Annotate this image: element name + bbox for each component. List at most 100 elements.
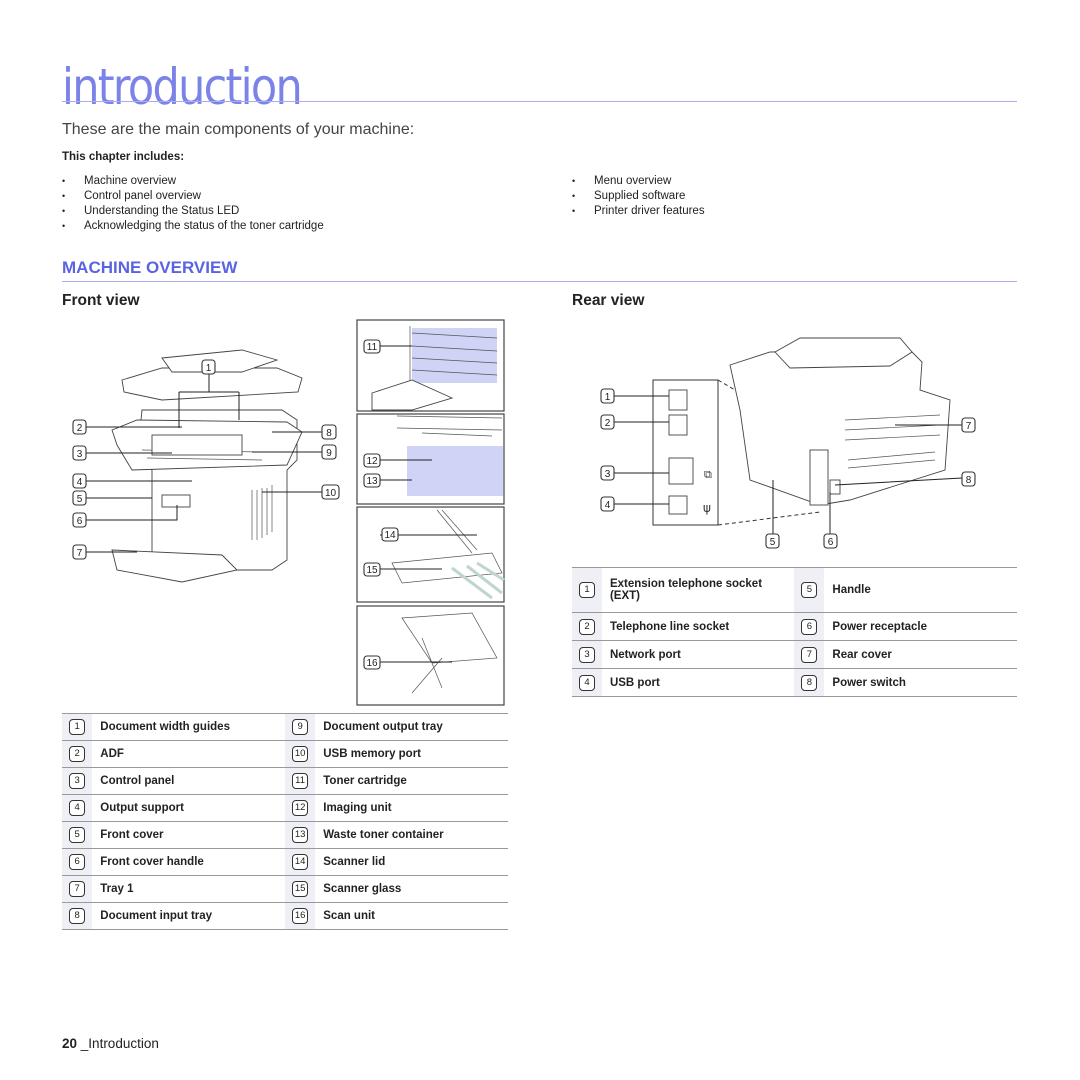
part-label: Scanner glass (315, 875, 508, 903)
rear-callout-4: 4 (600, 496, 615, 512)
chapter-list-left: Machine overview Control panel overview … (62, 174, 324, 234)
section-title: MACHINE OVERVIEW (62, 258, 238, 277)
part-number: 5 (801, 582, 818, 598)
front-view-detail-panels: 11 12 13 14 15 16 (356, 319, 505, 706)
front-callout-1: 1 (201, 359, 216, 375)
part-number: 1 (578, 582, 595, 598)
rear-callout-8: 8 (961, 471, 976, 487)
svg-text:1: 1 (206, 363, 212, 374)
rear-callout-2: 2 (600, 414, 615, 430)
part-label: Rear cover (824, 640, 1017, 669)
table-row: 3 Network port 7 Rear cover (572, 640, 1017, 669)
part-label: Scan unit (315, 902, 508, 930)
part-number: 15 (292, 881, 309, 897)
part-label: Front cover (92, 821, 285, 849)
chapter-link[interactable]: Menu overview (572, 174, 705, 189)
part-number: 4 (578, 674, 595, 691)
front-view-heading: Front view (62, 292, 140, 309)
front-callout-12: 12 (363, 453, 381, 468)
part-number: 8 (69, 908, 86, 924)
rear-callout-7: 7 (961, 417, 976, 433)
part-number: 7 (801, 646, 818, 663)
rear-callout-3: 3 (600, 465, 615, 481)
chapter-link[interactable]: Machine overview (62, 174, 324, 189)
svg-text:8: 8 (326, 428, 332, 439)
part-label: ADF (92, 740, 285, 768)
svg-text:11: 11 (367, 342, 378, 353)
page-footer: 20 _Introduction (62, 1036, 159, 1051)
svg-text:16: 16 (366, 658, 378, 669)
part-label: Telephone line socket (601, 612, 795, 641)
part-label: Toner cartridge (315, 767, 508, 795)
part-number: 13 (292, 827, 309, 843)
part-label: Imaging unit (315, 794, 508, 822)
table-row: 2 ADF 10 USB memory port (62, 740, 508, 768)
part-label: Extension telephone socket (EXT) (601, 567, 795, 613)
part-label: Power receptacle (824, 612, 1017, 641)
chapter-link[interactable]: Acknowledging the status of the toner ca… (62, 219, 324, 234)
rear-callout-5: 5 (765, 533, 780, 549)
chapter-link[interactable]: Control panel overview (62, 189, 324, 204)
front-view-illustration: 1 2 3 4 5 6 7 8 9 10 (72, 349, 340, 583)
table-row: 2 Telephone line socket 6 Power receptacle (572, 612, 1017, 641)
svg-text:7: 7 (966, 421, 972, 432)
rear-view-illustration: ⧉ ψ 1 2 3 4 5 6 7 8 (600, 337, 976, 549)
network-icon: ⧉ (704, 468, 712, 481)
table-row: 1 Extension telephone socket (EXT) 5 Handle (572, 567, 1017, 613)
table-row: 6 Front cover handle 14 Scanner lid (62, 848, 508, 876)
page-number: 20 (62, 1036, 78, 1051)
front-callout-13: 13 (363, 473, 381, 488)
front-callout-8: 8 (321, 424, 337, 440)
part-number: 11 (292, 773, 309, 789)
part-number: 16 (292, 908, 309, 924)
usb-icon: ψ (703, 501, 711, 515)
part-label: USB memory port (315, 740, 508, 768)
part-label: Front cover handle (92, 848, 285, 876)
table-row: 1 Document width guides 9 Document output t… (62, 713, 508, 741)
svg-text:6: 6 (828, 537, 834, 548)
footer-chapter: _Introduction (80, 1036, 159, 1051)
part-label: Handle (824, 567, 1017, 613)
part-label: USB port (601, 668, 795, 697)
rear-view-parts-table: 1 Extension telephone socket (EXT) 5 Handle… (572, 567, 1017, 697)
page-title: introduction (62, 58, 303, 116)
page-subtitle: These are the main components of your ma… (62, 121, 415, 138)
part-label: Tray 1 (92, 875, 285, 903)
scanner-lid-panel (356, 506, 505, 603)
rear-callout-6: 6 (823, 533, 838, 549)
svg-text:9: 9 (326, 448, 332, 459)
part-number: 6 (801, 618, 818, 635)
svg-text:5: 5 (770, 537, 776, 548)
front-callout-6: 6 (72, 512, 87, 528)
part-number: 1 (69, 719, 86, 735)
svg-text:10: 10 (325, 488, 337, 499)
chapter-link[interactable]: Printer driver features (572, 204, 705, 219)
part-number: 9 (292, 719, 309, 735)
svg-text:13: 13 (366, 476, 378, 487)
table-row: 8 Document input tray 16 Scan unit (62, 902, 508, 930)
chapter-list-right: Menu overview Supplied software Printer … (572, 174, 705, 219)
svg-text:2: 2 (77, 423, 83, 434)
front-callout-5: 5 (72, 490, 87, 506)
front-callout-10: 10 (321, 484, 340, 500)
front-callout-2: 2 (72, 419, 87, 435)
svg-text:14: 14 (384, 530, 396, 541)
table-row: 7 Tray 1 15 Scanner glass (62, 875, 508, 903)
chapter-link[interactable]: Supplied software (572, 189, 705, 204)
front-callout-9: 9 (321, 444, 337, 460)
svg-text:15: 15 (366, 565, 378, 576)
part-label: Document width guides (92, 713, 285, 741)
part-number: 2 (69, 746, 86, 762)
svg-text:6: 6 (77, 516, 83, 527)
part-number: 5 (69, 827, 86, 843)
chapter-includes-label: This chapter includes: (62, 151, 185, 163)
part-label: Network port (601, 640, 795, 669)
part-number: 7 (69, 881, 86, 897)
part-label: Control panel (92, 767, 285, 795)
section-divider (62, 281, 1017, 282)
part-label: Output support (92, 794, 285, 822)
chapter-link[interactable]: Understanding the Status LED (62, 204, 324, 219)
part-number: 10 (292, 746, 309, 762)
port-panel: ⧉ ψ (652, 379, 719, 526)
svg-text:8: 8 (966, 475, 972, 486)
